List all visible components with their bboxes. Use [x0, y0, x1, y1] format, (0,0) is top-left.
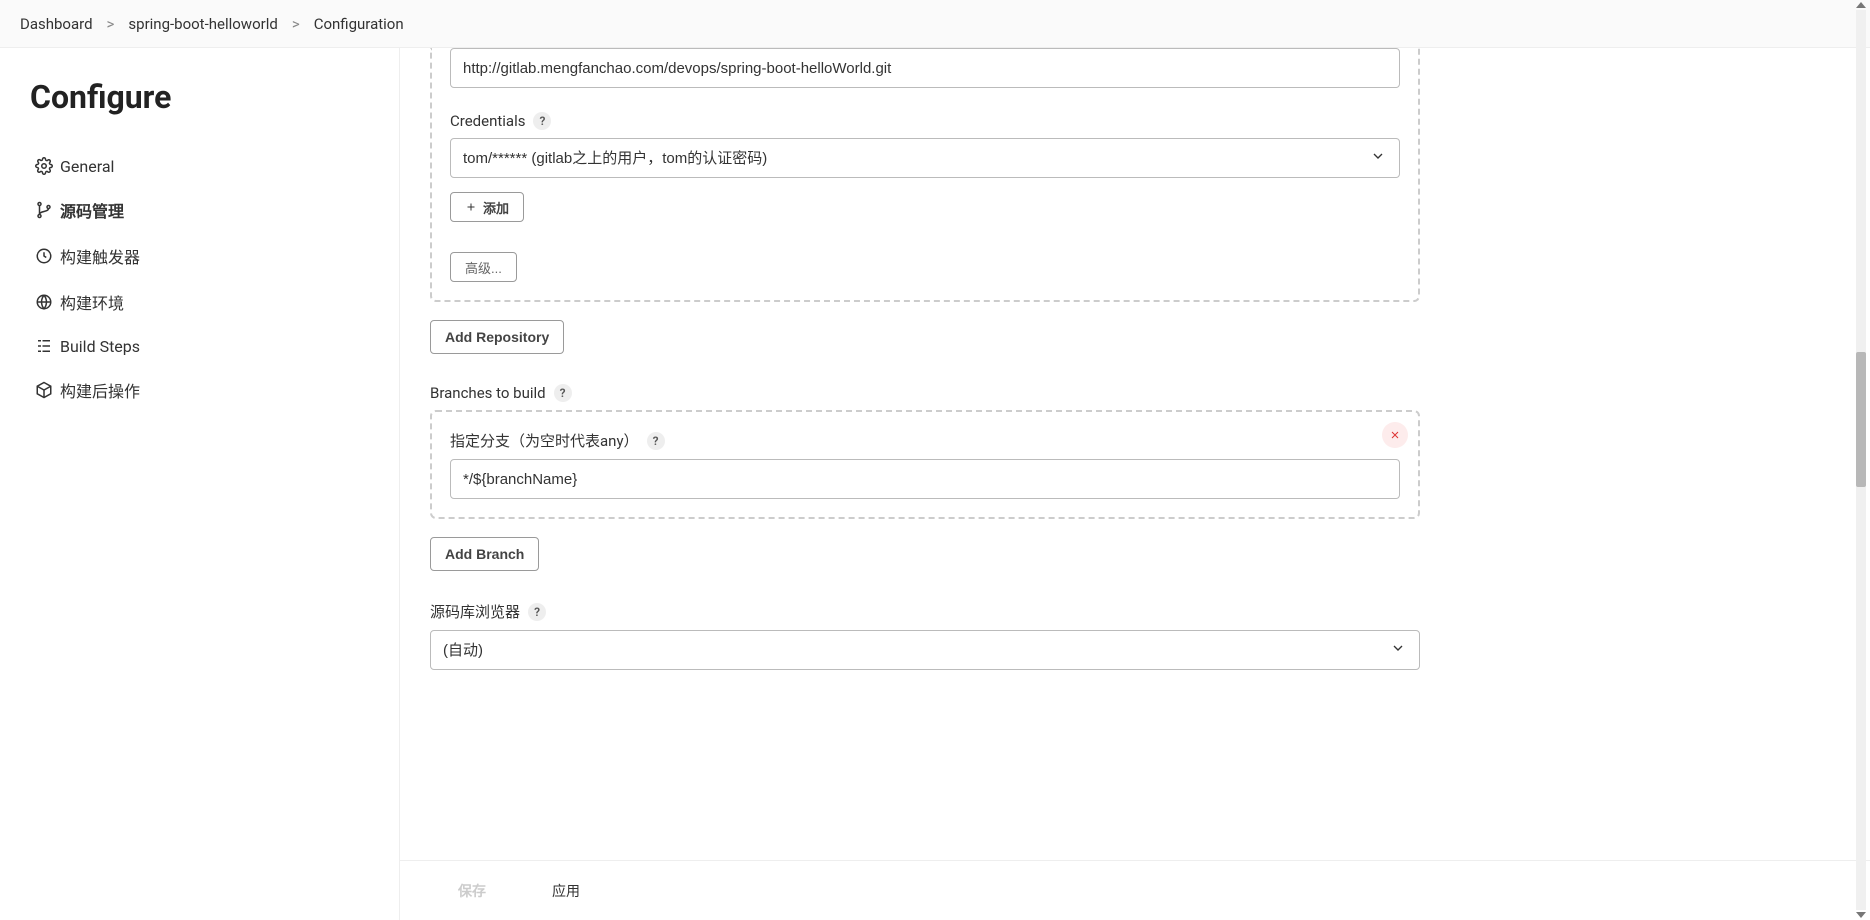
package-icon	[34, 380, 54, 400]
repo-browser-label: 源码库浏览器 ?	[430, 601, 1420, 622]
branch-icon	[34, 200, 54, 220]
add-branch-button[interactable]: Add Branch	[430, 537, 539, 571]
repo-browser-select[interactable]: (自动)	[430, 630, 1420, 670]
sidebar-nav: General 源码管理 构建触发器 构建环境	[30, 146, 369, 412]
breadcrumb-dashboard[interactable]: Dashboard	[20, 15, 93, 33]
page-title: Configure	[30, 78, 369, 116]
advanced-button[interactable]: 高级...	[450, 252, 517, 282]
help-icon[interactable]: ?	[647, 432, 665, 450]
scroll-down-arrow[interactable]	[1856, 912, 1866, 918]
sidebar-item-label: 构建后操作	[60, 378, 140, 402]
credentials-label: Credentials ?	[450, 112, 1400, 130]
breadcrumb-separator: >	[292, 15, 300, 33]
branch-specifier-input[interactable]	[450, 459, 1400, 499]
breadcrumb: Dashboard > spring-boot-helloworld > Con…	[0, 0, 1870, 48]
sidebar-item-label: 构建触发器	[60, 244, 140, 268]
branch-specifier-label: 指定分支（为空时代表any） ?	[450, 430, 1400, 451]
credentials-select[interactable]: tom/****** (gitlab之上的用户，tom的认证密码)	[450, 138, 1400, 178]
sidebar-item-label: 源码管理	[60, 198, 124, 222]
globe-icon	[34, 292, 54, 312]
main-content: Credentials ? tom/****** (gitlab之上的用户，to…	[400, 48, 1870, 920]
help-icon[interactable]: ?	[554, 384, 572, 402]
sidebar-item-triggers[interactable]: 构建触发器	[30, 234, 369, 278]
clock-icon	[34, 246, 54, 266]
steps-icon	[34, 336, 54, 356]
sidebar: Configure General 源码管理 构建触发器	[0, 48, 400, 920]
sidebar-item-scm[interactable]: 源码管理	[30, 188, 369, 232]
sidebar-item-postbuild[interactable]: 构建后操作	[30, 368, 369, 412]
sidebar-item-buildsteps[interactable]: Build Steps	[30, 326, 369, 366]
help-icon[interactable]: ?	[533, 112, 551, 130]
footer-actions: 保存 应用	[400, 860, 1870, 920]
add-credential-button[interactable]: 添加	[450, 192, 524, 222]
repository-section: Credentials ? tom/****** (gitlab之上的用户，to…	[430, 48, 1420, 302]
breadcrumb-configuration[interactable]: Configuration	[314, 15, 404, 33]
breadcrumb-separator: >	[107, 15, 115, 33]
add-repository-button[interactable]: Add Repository	[430, 320, 564, 354]
sidebar-item-general[interactable]: General	[30, 146, 369, 186]
help-icon[interactable]: ?	[528, 603, 546, 621]
scroll-thumb[interactable]	[1856, 352, 1866, 487]
plus-icon	[465, 201, 477, 213]
close-icon	[1389, 429, 1401, 441]
gear-icon	[34, 156, 54, 176]
apply-button[interactable]: 应用	[534, 873, 598, 909]
sidebar-item-label: 构建环境	[60, 290, 124, 314]
sidebar-item-label: General	[60, 157, 114, 176]
breadcrumb-project[interactable]: spring-boot-helloworld	[128, 15, 277, 33]
branch-section: 指定分支（为空时代表any） ?	[430, 410, 1420, 519]
save-button[interactable]: 保存	[440, 873, 504, 909]
scroll-track[interactable]	[1856, 10, 1866, 910]
sidebar-item-label: Build Steps	[60, 337, 140, 356]
sidebar-item-environment[interactable]: 构建环境	[30, 280, 369, 324]
branches-to-build-label: Branches to build ?	[430, 384, 1420, 402]
scrollbar[interactable]	[1854, 2, 1868, 918]
scroll-up-arrow[interactable]	[1856, 2, 1866, 8]
repo-url-input[interactable]	[450, 48, 1400, 88]
remove-branch-button[interactable]	[1382, 422, 1408, 448]
